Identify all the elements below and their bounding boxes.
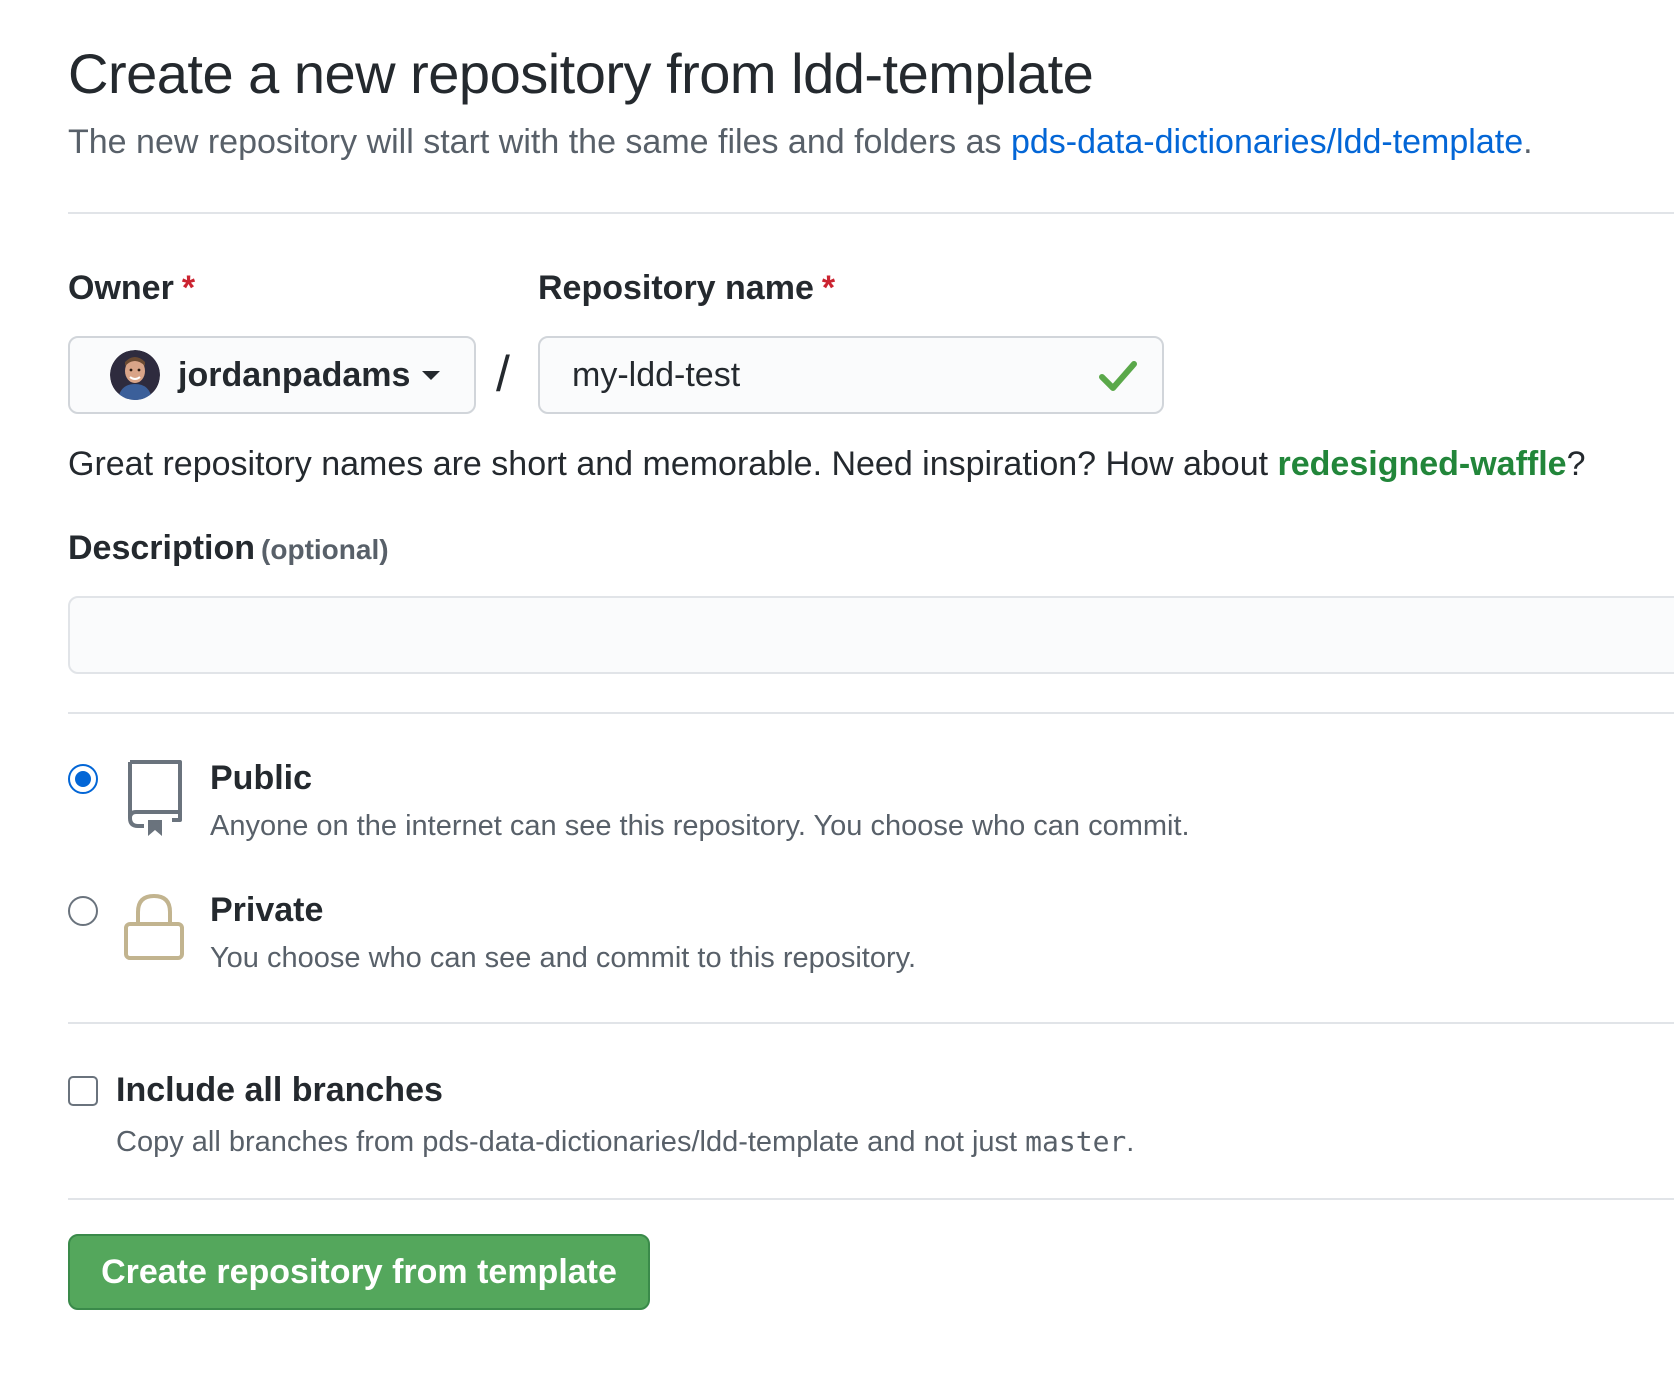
public-description: Anyone on the internet can see this repo…	[210, 810, 1190, 842]
visibility-option-private[interactable]: Private You choose who can see and commi…	[68, 890, 1674, 1022]
subtitle-text: The new repository will start with the s…	[68, 123, 1011, 161]
owner-dropdown[interactable]: jordanpadams	[68, 336, 476, 414]
required-mark: *	[181, 269, 196, 307]
repo-icon	[128, 760, 182, 836]
repository-name-value: my-ldd-test	[572, 355, 741, 394]
lock-icon	[124, 893, 184, 960]
include-branches-checkbox[interactable]	[68, 1076, 98, 1106]
divider	[68, 1198, 1674, 1200]
divider	[68, 712, 1674, 714]
page: Create a new repository from ldd-templat…	[0, 0, 1674, 1382]
check-icon	[1099, 361, 1137, 391]
page-subtitle: The new repository will start with the s…	[68, 120, 1674, 164]
owner-name: jordanpadams	[178, 355, 411, 394]
include-branches-option[interactable]: Include all branches Copy all branches f…	[68, 1068, 1674, 1198]
owner-repo-row: Owner * Repository name * jordanpadams /…	[68, 214, 1674, 414]
name-hint: Great repository names are short and mem…	[68, 445, 1586, 483]
repository-name-input[interactable]: my-ldd-test	[538, 336, 1164, 414]
description-input[interactable]	[68, 596, 1674, 674]
subtitle-suffix: .	[1523, 123, 1533, 161]
avatar	[110, 350, 160, 400]
description-label: Description (optional)	[68, 529, 389, 567]
divider	[68, 1022, 1674, 1024]
public-title: Public	[210, 759, 313, 797]
template-repo-link[interactable]: pds-data-dictionaries/ldd-template	[1011, 123, 1523, 161]
repository-name-label: Repository name *	[538, 269, 836, 307]
create-repo-form: Create a new repository from ldd-templat…	[68, 36, 1674, 1310]
visibility-option-public[interactable]: Public Anyone on the internet can see th…	[68, 758, 1674, 890]
create-repository-button[interactable]: Create repository from template	[68, 1234, 650, 1310]
private-description: You choose who can see and commit to thi…	[210, 942, 917, 974]
optional-label: (optional)	[261, 534, 389, 565]
owner-label: Owner *	[68, 269, 196, 307]
page-title: Create a new repository from ldd-templat…	[68, 42, 1094, 105]
required-mark: *	[821, 269, 836, 307]
include-branches-title: Include all branches	[116, 1071, 443, 1109]
private-title: Private	[210, 891, 324, 929]
branch-name: master	[1025, 1125, 1127, 1158]
public-radio[interactable]	[68, 764, 98, 794]
name-suggestion-link[interactable]: redesigned-waffle	[1278, 445, 1567, 483]
owner-repo-separator: /	[496, 346, 510, 402]
caret-down-icon	[422, 370, 441, 380]
private-radio[interactable]	[68, 896, 98, 926]
include-branches-description: Copy all branches from pds-data-dictiona…	[116, 1125, 1135, 1158]
